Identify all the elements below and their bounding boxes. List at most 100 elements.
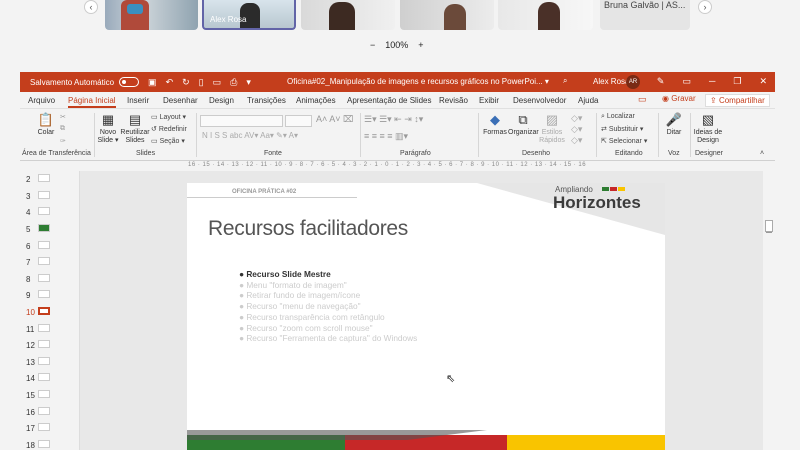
thumbnail-slide-9[interactable]: 9 xyxy=(26,290,50,300)
participant-video-2[interactable]: Alex Rosa xyxy=(202,0,296,30)
thumbnail-slide-10[interactable]: 10 xyxy=(26,307,50,317)
divider xyxy=(658,113,659,157)
tab-desenvolvedor[interactable]: Desenvolvedor xyxy=(513,96,566,105)
font-grow-icon[interactable]: A˄ A˅ ⌧ xyxy=(316,114,353,125)
font-name-select[interactable] xyxy=(200,115,283,127)
layout-button[interactable]: ▭ Layout ▾ xyxy=(151,113,186,121)
slide-number: 8 xyxy=(26,275,31,284)
undo-icon[interactable]: ↶ xyxy=(166,77,174,88)
vertical-scrollbar[interactable] xyxy=(763,171,775,450)
new-file-icon[interactable]: ▯ xyxy=(199,77,204,88)
font-size-select[interactable] xyxy=(285,115,312,127)
next-participants-button[interactable]: › xyxy=(698,0,712,14)
tab-animacoes[interactable]: Animações xyxy=(296,96,336,105)
group-paragraph-label: Parágrafo xyxy=(400,150,431,157)
layout-label: Layout ▾ xyxy=(159,114,187,121)
tab-exibir[interactable]: Exibir xyxy=(479,96,499,105)
select-button[interactable]: ⇱ Selecionar ▾ xyxy=(601,137,647,145)
paragraph-list-icons[interactable]: ☰▾ ☰▾ ⇤ ⇥ ↕▾ xyxy=(364,114,423,125)
minimize-icon[interactable]: ─ xyxy=(709,76,715,87)
slide-number: 6 xyxy=(26,242,31,251)
close-icon[interactable]: ✕ xyxy=(759,76,767,87)
thumbnail-slide-18[interactable]: 18 xyxy=(26,440,50,450)
thumbnail-slide-17[interactable]: 17 xyxy=(26,423,50,433)
tab-pagina-inicial[interactable]: Página Inicial xyxy=(68,96,116,108)
thumbnail-slide-14[interactable]: 14 xyxy=(26,373,50,383)
thumbnail-slide-7[interactable]: 7 xyxy=(26,257,50,267)
zoom-in-button[interactable]: + xyxy=(418,40,423,50)
mouse-cursor-icon: ⇖ xyxy=(446,373,456,385)
thumbnail-slide-8[interactable]: 8 xyxy=(26,274,50,284)
print-icon[interactable]: ⎙ xyxy=(230,77,237,88)
record-button[interactable]: ◉ Gravar xyxy=(662,94,696,103)
section-button[interactable]: ▭ Seção ▾ xyxy=(151,137,185,145)
design-ideas-button[interactable]: ▧ Ideias de Design xyxy=(693,113,723,145)
arrange-button[interactable]: ⧉ Organizar xyxy=(508,113,539,137)
thumbnail-slide-13[interactable]: 13 xyxy=(26,357,50,367)
participant-video-1[interactable] xyxy=(105,0,198,30)
horizontal-ruler: 16 · 15 · 14 · 13 · 12 · 11 · 10 · 9 · 8… xyxy=(20,161,775,171)
page-scroll-thumb[interactable] xyxy=(765,220,773,232)
thumbnail-slide-6[interactable]: 6 xyxy=(26,241,50,251)
share-button[interactable]: ⇪ Compartilhar xyxy=(705,94,770,107)
ribbon-display-icon[interactable]: ▭ xyxy=(682,76,691,87)
thumbnail-slide-5[interactable]: 5 xyxy=(26,224,50,234)
participant-tile-6[interactable]: Bruna Galvão | AS... xyxy=(600,0,690,30)
shapes-button[interactable]: ◆ Formas xyxy=(482,113,508,137)
search-icon[interactable]: ⌕ xyxy=(563,76,567,86)
divider xyxy=(596,113,597,157)
collapse-ribbon-icon[interactable]: ˄ xyxy=(760,150,764,157)
restore-icon[interactable]: ❐ xyxy=(733,76,741,87)
tab-arquivo[interactable]: Arquivo xyxy=(28,96,55,105)
chevron-left-icon: ‹ xyxy=(89,2,93,12)
tab-transicoes[interactable]: Transições xyxy=(247,96,286,105)
face-mask-shape xyxy=(127,4,143,14)
slide-number: 5 xyxy=(26,225,31,234)
reset-label: Redefinir xyxy=(158,126,187,133)
tab-revisao[interactable]: Revisão xyxy=(439,96,468,105)
tab-apresentacao[interactable]: Apresentação de Slides xyxy=(347,96,432,105)
slide-number: 18 xyxy=(26,441,35,450)
shape-fill-icons[interactable]: ◇▾ ◇▾ ◇▾ xyxy=(571,113,582,146)
thumbnail-slide-3[interactable]: 3 xyxy=(26,191,50,201)
zoom-out-button[interactable]: − xyxy=(370,40,375,50)
tab-inserir[interactable]: Inserir xyxy=(127,96,149,105)
redo-icon[interactable]: ↻ xyxy=(182,77,190,88)
format-painter-icon[interactable]: ✑ xyxy=(60,137,66,145)
reuse-slides-button[interactable]: ▤ Reutilizar Slides xyxy=(120,113,150,145)
find-button[interactable]: ⌕ Localizar xyxy=(601,113,635,121)
tab-desenhar[interactable]: Desenhar xyxy=(163,96,198,105)
dictate-button[interactable]: 🎤 Ditar xyxy=(663,113,685,137)
copy-icon[interactable]: ⧉ xyxy=(60,125,65,133)
participant-video-4[interactable] xyxy=(400,0,494,30)
thumbnail-slide-15[interactable]: 15 xyxy=(26,390,50,400)
document-title[interactable]: Oficina#02_Manipulação de imagens e recu… xyxy=(287,77,549,86)
paste-button[interactable]: 📋 Colar xyxy=(35,113,57,137)
open-file-icon[interactable]: ▭ xyxy=(213,77,222,88)
thumbnail-slide-11[interactable]: 11 xyxy=(26,324,50,334)
reset-button[interactable]: ↺ Redefinir xyxy=(151,125,187,133)
cut-icon[interactable]: ✂ xyxy=(60,113,66,121)
avatar[interactable]: AR xyxy=(626,75,640,89)
participant-video-5[interactable] xyxy=(498,0,593,30)
paragraph-align-icons[interactable]: ≡ ≡ ≡ ≡ ▥▾ xyxy=(364,131,408,142)
logo-title: Horizontes xyxy=(553,193,641,212)
comments-icon[interactable]: ▭ xyxy=(638,94,647,105)
autosave-toggle[interactable] xyxy=(119,77,140,87)
participant-video-3[interactable] xyxy=(301,0,395,30)
save-icon[interactable]: ▣ xyxy=(148,77,157,88)
thumbnail-slide-16[interactable]: 16 xyxy=(26,407,50,417)
new-slide-button[interactable]: ▦ Novo Slide ▾ xyxy=(97,113,119,145)
font-format-icons[interactable]: N I S S abc AV▾ Aa▾ ✎▾ A▾ xyxy=(202,131,298,140)
tab-design[interactable]: Design xyxy=(209,96,234,105)
quick-styles-button[interactable]: ▨ Estilos Rápidos xyxy=(538,113,566,145)
thumbnail-slide-12[interactable]: 12 xyxy=(26,340,50,350)
prev-participants-button[interactable]: ‹ xyxy=(84,0,98,14)
thumbnail-slide-2[interactable]: 2 xyxy=(26,174,50,184)
pen-icon[interactable]: ✎ xyxy=(657,76,665,87)
tab-ajuda[interactable]: Ajuda xyxy=(578,96,598,105)
customize-qat-icon[interactable]: ▾ xyxy=(246,77,251,88)
thumbnail-slide-4[interactable]: 4 xyxy=(26,207,50,217)
replace-button[interactable]: ⇄ Substituir ▾ xyxy=(601,125,643,133)
current-slide[interactable]: OFICINA PRÁTICA #02 Ampliando Horizontes… xyxy=(187,183,665,450)
